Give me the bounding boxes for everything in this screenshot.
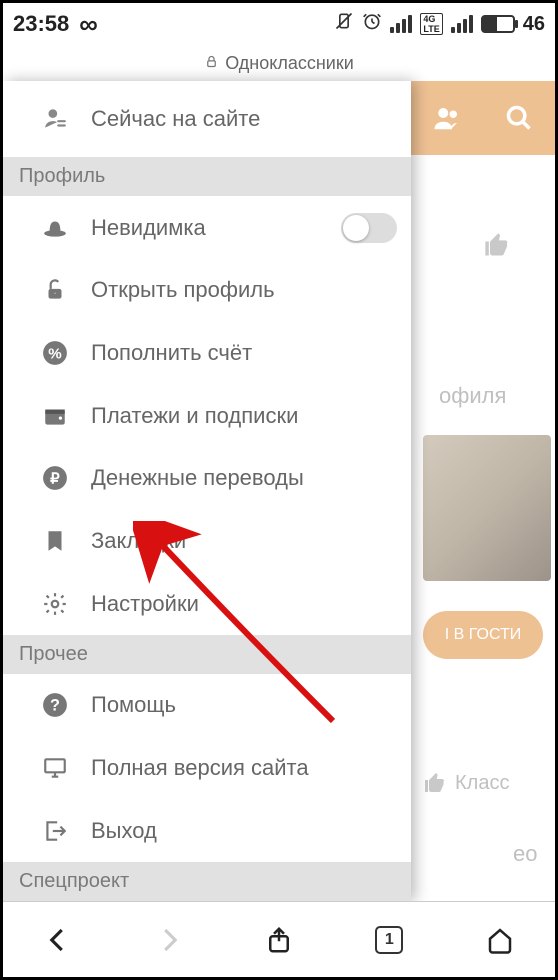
status-time: 23:58 (13, 11, 69, 37)
sidebar-item-label: Помощь (91, 692, 176, 718)
nav-back-button[interactable] (28, 910, 88, 970)
app-header: Одноклассники (3, 45, 555, 81)
signal2-icon (451, 15, 473, 33)
sidebar-item-label: Невидимка (91, 215, 206, 241)
like-icon[interactable] (483, 231, 511, 264)
video-text-fragment: ео (513, 841, 537, 867)
status-bar: 23:58 ∞ 4G LTE 4GLTE 46 (3, 3, 555, 45)
top-toolbar (411, 81, 555, 155)
nav-tabs-button[interactable]: 1 (359, 910, 419, 970)
page-title: Одноклассники (225, 53, 354, 74)
online-icon (33, 106, 77, 132)
svg-text:₽: ₽ (50, 471, 60, 488)
sidebar-item-label: Закладки (91, 528, 186, 554)
gear-icon (33, 591, 77, 617)
unlock-icon (33, 277, 77, 303)
lock-icon (204, 54, 219, 73)
percent-icon: % (33, 340, 77, 366)
wallet-icon (33, 403, 77, 429)
sidebar-item-desktop[interactable]: Полная версия сайта (3, 737, 411, 800)
sidebar-item-help[interactable]: ? Помощь (3, 674, 411, 737)
alarm-icon (362, 11, 382, 37)
sidebar-item-online[interactable]: Сейчас на сайте (3, 81, 411, 157)
sidebar-item-transfers[interactable]: ₽ Денежные переводы (3, 447, 411, 510)
help-icon: ? (33, 692, 77, 718)
svg-text:%: % (48, 345, 62, 362)
vibrate-off-icon (334, 11, 354, 37)
photo-thumbnail[interactable] (423, 435, 551, 581)
battery-icon (481, 15, 515, 33)
nav-share-button[interactable] (249, 910, 309, 970)
search-icon[interactable] (483, 81, 555, 155)
bookmark-icon (33, 528, 77, 554)
nav-forward-button[interactable] (139, 910, 199, 970)
infinity-icon: ∞ (79, 9, 98, 40)
section-header-other: Прочее (3, 635, 411, 674)
sidebar-item-label: Открыть профиль (91, 277, 275, 303)
sidebar-item-settings[interactable]: Настройки (3, 572, 411, 635)
sidebar-item-label: Пополнить счёт (91, 340, 252, 366)
exit-icon (33, 818, 77, 844)
invisible-toggle[interactable] (341, 213, 397, 243)
sidebar-item-label: Денежные переводы (91, 465, 304, 491)
section-header-profile: Профиль (3, 157, 411, 196)
class-label: Класс (455, 772, 509, 795)
sidebar-item-label: Настройки (91, 591, 199, 617)
signal-icon (390, 15, 412, 33)
sidebar-item-label: Выход (91, 818, 157, 844)
sidebar-item-invisible[interactable]: Невидимка (3, 196, 411, 259)
sidebar-item-open-profile[interactable]: Открыть профиль (3, 259, 411, 322)
sidebar-item-bookmarks[interactable]: Закладки (3, 510, 411, 573)
sidebar-item-payments[interactable]: Платежи и подписки (3, 384, 411, 447)
sidebar-menu: Сейчас на сайте Профиль Невидимка Открыт… (3, 81, 411, 901)
battery-pct: 46 (523, 13, 545, 36)
browser-bottom-nav: 1 (3, 901, 555, 977)
monitor-icon (33, 755, 77, 781)
hat-icon (33, 215, 77, 241)
tab-count: 1 (385, 931, 394, 949)
sidebar-item-topup[interactable]: % Пополнить счёт (3, 322, 411, 385)
nav-home-button[interactable] (470, 910, 530, 970)
sidebar-item-exit[interactable]: Выход (3, 799, 411, 862)
sidebar-item-label: Полная версия сайта (91, 755, 309, 781)
lte-badge: 4GLTE (420, 13, 442, 35)
sidebar-item-label: Сейчас на сайте (91, 106, 260, 132)
svg-text:?: ? (50, 697, 60, 715)
guests-button[interactable]: І В ГОСТИ (423, 611, 543, 659)
friends-icon[interactable] (411, 81, 483, 155)
class-row[interactable]: Класс (423, 771, 543, 795)
ruble-icon: ₽ (33, 465, 77, 491)
profile-text-fragment: офиля (439, 383, 506, 409)
section-header-special: Спецпроект (3, 862, 411, 901)
sidebar-item-label: Платежи и подписки (91, 403, 298, 429)
